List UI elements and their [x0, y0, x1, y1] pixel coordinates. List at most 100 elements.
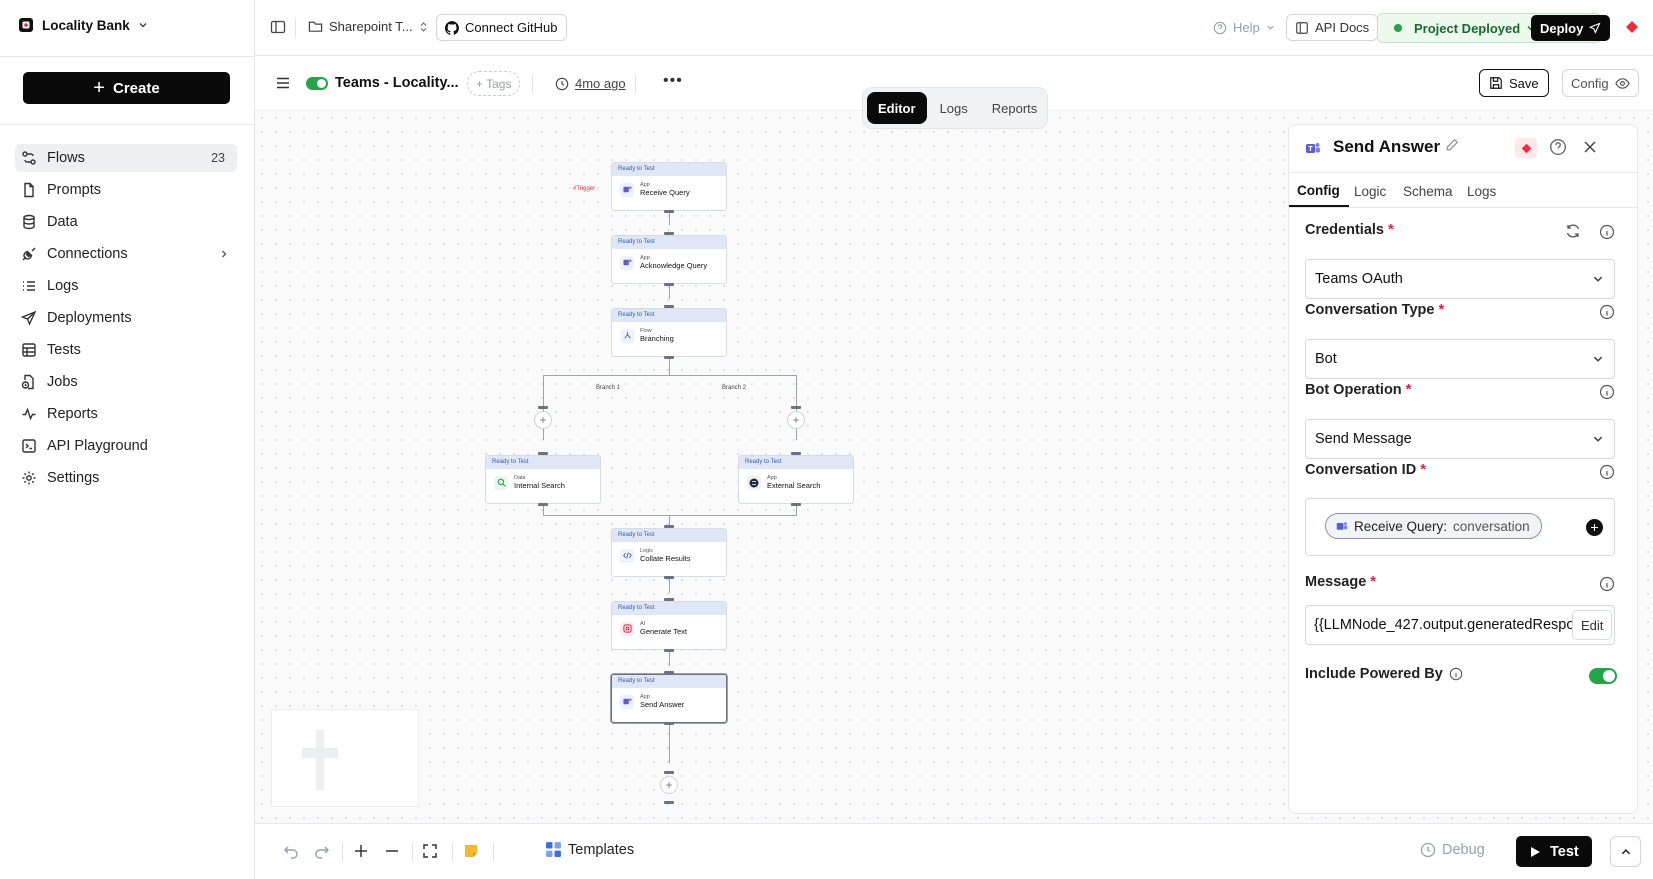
sidebar-item-settings[interactable]: Settings	[15, 464, 237, 492]
flow-node-send-answer[interactable]: Ready to Test App Send Answer	[611, 674, 727, 723]
info-icon[interactable]	[1599, 224, 1615, 240]
fit-view-icon[interactable]	[422, 843, 438, 859]
info-icon[interactable]	[1599, 464, 1615, 480]
view-tabs: Editor Logs Reports	[862, 87, 1048, 129]
code-icon	[620, 548, 634, 563]
more-options-icon[interactable]: •••	[663, 73, 683, 89]
workspace-switcher[interactable]: Locality Bank	[18, 17, 148, 33]
conversation-type-select[interactable]: Bot	[1305, 339, 1615, 379]
teams-icon	[1336, 522, 1348, 530]
sidebar-item-data[interactable]: Data	[15, 208, 237, 236]
redo-icon[interactable]	[314, 843, 330, 859]
toggle-sidebar-button[interactable]	[270, 19, 286, 35]
node-status: Ready to Test	[612, 309, 726, 322]
close-icon[interactable]	[1582, 139, 1598, 155]
debug-button[interactable]: Debug	[1420, 842, 1485, 858]
flow-node-receive-query[interactable]: Ready to Test App Receive Query	[611, 162, 727, 211]
send-icon	[20, 309, 38, 327]
powered-by-toggle[interactable]	[1589, 668, 1617, 684]
minimap[interactable]	[271, 709, 419, 807]
node-status: Ready to Test	[739, 456, 853, 469]
edit-message-button[interactable]: Edit	[1572, 610, 1613, 640]
refresh-icon[interactable]	[1565, 223, 1581, 239]
api-docs-button[interactable]: API Docs	[1286, 14, 1379, 41]
conversation-id-field[interactable]: Receive Query: conversation +	[1305, 498, 1615, 556]
help-circle-icon[interactable]	[1549, 138, 1567, 156]
create-button[interactable]: + Create	[23, 72, 230, 104]
config-button[interactable]: Config	[1562, 69, 1639, 97]
tab-logs[interactable]: Logs	[1467, 184, 1496, 199]
templates-button[interactable]: Templates	[545, 841, 634, 858]
sidebar-item-logs[interactable]: Logs	[15, 272, 237, 300]
sidebar-item-jobs[interactable]: Jobs	[15, 368, 237, 396]
file-clock-icon	[20, 373, 38, 391]
node-status: Ready to Test	[486, 456, 600, 469]
sidebar-item-tests[interactable]: Tests	[15, 336, 237, 364]
flow-node-internal-search[interactable]: Ready to Test Data Internal Search	[485, 455, 601, 504]
info-icon[interactable]	[1599, 304, 1615, 320]
deploy-button[interactable]: Deploy	[1531, 15, 1611, 41]
clock-icon	[1420, 842, 1436, 858]
project-selector[interactable]: Sharepoint T...	[308, 19, 428, 34]
status-dot-icon	[1394, 24, 1402, 32]
add-node-button[interactable]: +	[787, 411, 805, 429]
sidebar-item-reports[interactable]: Reports	[15, 400, 237, 428]
undo-icon[interactable]	[283, 843, 299, 859]
add-tags-button[interactable]: + Tags	[467, 71, 521, 96]
sidebar: Locality Bank + Create Flows 23 Prompts …	[0, 0, 255, 879]
message-input[interactable]: {{LLMNode_427.output.generatedRespo Edit	[1305, 605, 1615, 645]
tab-reports[interactable]: Reports	[981, 92, 1049, 124]
teams-icon	[620, 694, 634, 709]
credentials-select[interactable]: Teams OAuth	[1305, 259, 1615, 299]
sidebar-item-label: Data	[47, 214, 78, 230]
help-menu[interactable]: Help	[1213, 20, 1275, 35]
folder-icon	[308, 21, 323, 32]
sidebar-item-deployments[interactable]: Deployments	[15, 304, 237, 332]
variable-chip[interactable]: Receive Query: conversation	[1325, 513, 1542, 539]
info-icon[interactable]	[1449, 667, 1463, 681]
history-button[interactable]: 4mo ago	[555, 76, 626, 91]
flow-node-acknowledge-query[interactable]: Ready to Test App Acknowledge Query	[611, 235, 727, 284]
flow-enabled-toggle[interactable]	[306, 77, 328, 90]
flow-node-external-search[interactable]: Ready to Test App External Search	[738, 455, 854, 504]
chevron-down-icon	[1267, 25, 1274, 30]
sticky-note-icon[interactable]	[463, 843, 479, 859]
info-icon[interactable]	[1599, 384, 1615, 400]
add-node-button[interactable]: +	[660, 776, 678, 794]
info-icon[interactable]	[1599, 576, 1615, 592]
tab-config[interactable]: Config	[1297, 183, 1340, 198]
flow-node-collate-results[interactable]: Ready to Test Logic Collate Results	[611, 528, 727, 577]
save-button[interactable]: Save	[1479, 69, 1549, 97]
menu-icon[interactable]	[276, 77, 290, 89]
tab-logs[interactable]: Logs	[929, 92, 979, 124]
tab-schema[interactable]: Schema	[1403, 184, 1453, 199]
credentials-label: Credentials *	[1305, 222, 1394, 238]
zoom-out-icon[interactable]	[384, 843, 400, 859]
bot-operation-select[interactable]: Send Message	[1305, 419, 1615, 459]
edit-title-icon[interactable]	[1445, 138, 1459, 152]
globe-icon	[747, 475, 761, 490]
sidebar-item-label: Jobs	[47, 374, 78, 390]
sidebar-item-prompts[interactable]: Prompts	[15, 176, 237, 204]
add-variable-icon[interactable]: +	[1586, 519, 1603, 536]
bot-operation-label: Bot Operation *	[1305, 382, 1412, 398]
connect-github-button[interactable]: Connect GitHub	[436, 14, 567, 41]
branch-icon	[620, 328, 634, 343]
chevron-right-icon	[219, 249, 229, 259]
expand-panel-button[interactable]	[1610, 836, 1641, 867]
flow-node-generate-text[interactable]: Ready to Test AI Generate Text	[611, 601, 727, 650]
flow-name[interactable]: Teams - Locality...	[335, 75, 459, 91]
sidebar-item-connections[interactable]: Connections	[15, 240, 237, 268]
tab-editor[interactable]: Editor	[867, 92, 927, 124]
flow-node-branching[interactable]: Ready to Test Flow Branching	[611, 308, 727, 357]
sidebar-item-flows[interactable]: Flows 23	[15, 144, 237, 172]
test-button[interactable]: Test	[1516, 836, 1592, 867]
branch-label: Branch 2	[722, 385, 747, 391]
gear-icon	[20, 469, 38, 487]
tab-logic[interactable]: Logic	[1354, 184, 1386, 199]
book-icon	[1296, 21, 1308, 34]
zoom-in-icon[interactable]	[353, 843, 369, 859]
add-node-button[interactable]: +	[534, 411, 552, 429]
node-brand-icon[interactable]	[1515, 138, 1537, 158]
sidebar-item-api-playground[interactable]: API Playground	[15, 432, 237, 460]
